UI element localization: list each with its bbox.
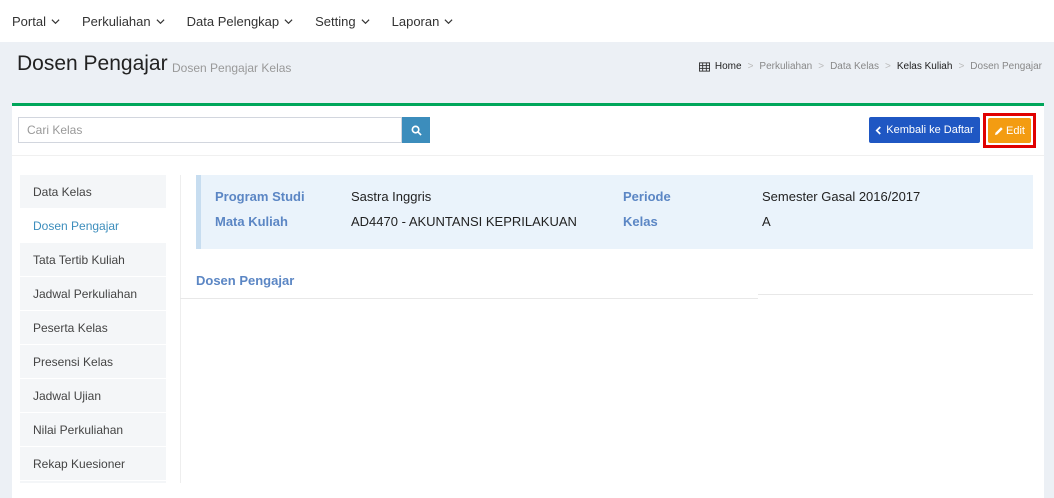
page-subtitle: Dosen Pengajar Kelas (172, 61, 292, 75)
back-to-list-label: Kembali ke Daftar (886, 124, 974, 136)
nav-setting[interactable]: Setting (315, 13, 370, 29)
sidemenu-item-label: Nilai Perkuliahan (33, 422, 124, 437)
nav-portal-label: Portal (12, 13, 46, 29)
mata-kuliah-value: AD4470 - AKUNTANSI KEPRILAKUAN (351, 214, 577, 229)
program-studi-value: Sastra Inggris (351, 189, 432, 204)
periode-value: Semester Gasal 2016/2017 (762, 189, 921, 204)
sidemenu-item-peserta-kelas[interactable]: Peserta Kelas (20, 311, 166, 345)
side-divider (180, 175, 181, 483)
top-navbar: Portal Perkuliahan Data Pelengkap Settin… (0, 0, 1054, 42)
page-title: Dosen Pengajar (17, 52, 168, 75)
search-input[interactable] (18, 117, 402, 143)
mata-kuliah-label: Mata Kuliah (215, 214, 288, 229)
sidemenu-item-nilai-perkuliahan[interactable]: Nilai Perkuliahan (20, 413, 166, 447)
back-to-list-button[interactable]: Kembali ke Daftar (869, 117, 980, 143)
nav-perkuliahan-label: Perkuliahan (81, 13, 151, 29)
chevron-down-icon (361, 18, 370, 24)
sidemenu-item-rekap-kuesioner[interactable]: Rekap Kuesioner (20, 447, 166, 481)
chevron-down-icon (444, 18, 453, 24)
sidemenu-item-label: Data Kelas (33, 184, 92, 199)
breadcrumb-separator: > (885, 61, 891, 72)
kelas-value: A (762, 214, 771, 229)
sidemenu-item-label: Jadwal Perkuliahan (33, 286, 138, 301)
kelas-label: Kelas (623, 214, 658, 229)
breadcrumb-separator: > (958, 61, 965, 72)
breadcrumb-home[interactable]: Home (715, 61, 742, 72)
chevron-down-icon (156, 18, 165, 24)
sidemenu-item-dosen-pengajar[interactable]: Dosen Pengajar (20, 209, 166, 243)
sidemenu-item-label: Rekap Kuesioner (33, 456, 126, 471)
chevron-left-icon (875, 125, 882, 135)
breadcrumb: Home > Perkuliahan > Data Kelas > Kelas … (698, 61, 1042, 72)
edit-button[interactable]: Edit (988, 118, 1031, 143)
sidemenu-item-tata-tertib-kuliah[interactable]: Tata Tertib Kuliah (20, 243, 166, 277)
sidemenu-item-label: Tata Tertib Kuliah (33, 252, 125, 267)
sidemenu-item-jadwal-perkuliahan[interactable]: Jadwal Perkuliahan (20, 277, 166, 311)
search-button[interactable] (402, 117, 430, 143)
sidemenu-item-data-kelas[interactable]: Data Kelas (20, 175, 166, 209)
breadcrumb-separator: > (747, 61, 754, 72)
nav-laporan-label: Laporan (391, 13, 440, 29)
nav-setting-label: Setting (315, 13, 356, 29)
side-menu: Data Kelas Dosen Pengajar Tata Tertib Ku… (20, 175, 166, 483)
sidemenu-item-jadwal-ujian[interactable]: Jadwal Ujian (20, 379, 166, 413)
chevron-down-icon (284, 18, 293, 24)
nav-laporan[interactable]: Laporan (392, 14, 454, 29)
breadcrumb-dosen-pengajar: Dosen Pengajar (970, 61, 1042, 72)
edit-label: Edit (1006, 124, 1025, 137)
sidemenu-item-label: Jadwal Ujian (33, 388, 102, 403)
breadcrumb-kelas-kuliah[interactable]: Kelas Kuliah (897, 61, 953, 72)
nav-data-pelengkap[interactable]: Data Pelengkap (187, 14, 294, 29)
program-studi-label: Program Studi (215, 189, 305, 204)
content-box (12, 103, 1044, 498)
breadcrumb-data-kelas[interactable]: Data Kelas (830, 61, 879, 72)
home-icon (698, 61, 710, 72)
sidemenu-item-presensi-kelas[interactable]: Presensi Kelas (20, 345, 166, 379)
breadcrumb-separator: > (818, 61, 825, 72)
nav-portal[interactable]: Portal (12, 14, 60, 29)
sidemenu-item-label: Dosen Pengajar (33, 218, 120, 233)
pencil-icon (995, 126, 1003, 135)
nav-perkuliahan[interactable]: Perkuliahan (82, 14, 165, 29)
breadcrumb-perkuliahan[interactable]: Perkuliahan (759, 61, 812, 72)
nav-data-pelengkap-label: Data Pelengkap (186, 13, 280, 29)
class-info-panel (196, 175, 1033, 249)
section-divider (758, 294, 1033, 295)
section-title-dosen-pengajar: Dosen Pengajar (196, 273, 295, 288)
section-divider (180, 298, 758, 299)
periode-label: Periode (623, 189, 671, 204)
sidemenu-item-label: Peserta Kelas (33, 320, 108, 335)
sidemenu-item-label: Presensi Kelas (33, 354, 114, 369)
search-icon (411, 125, 422, 136)
chevron-down-icon (51, 18, 60, 24)
